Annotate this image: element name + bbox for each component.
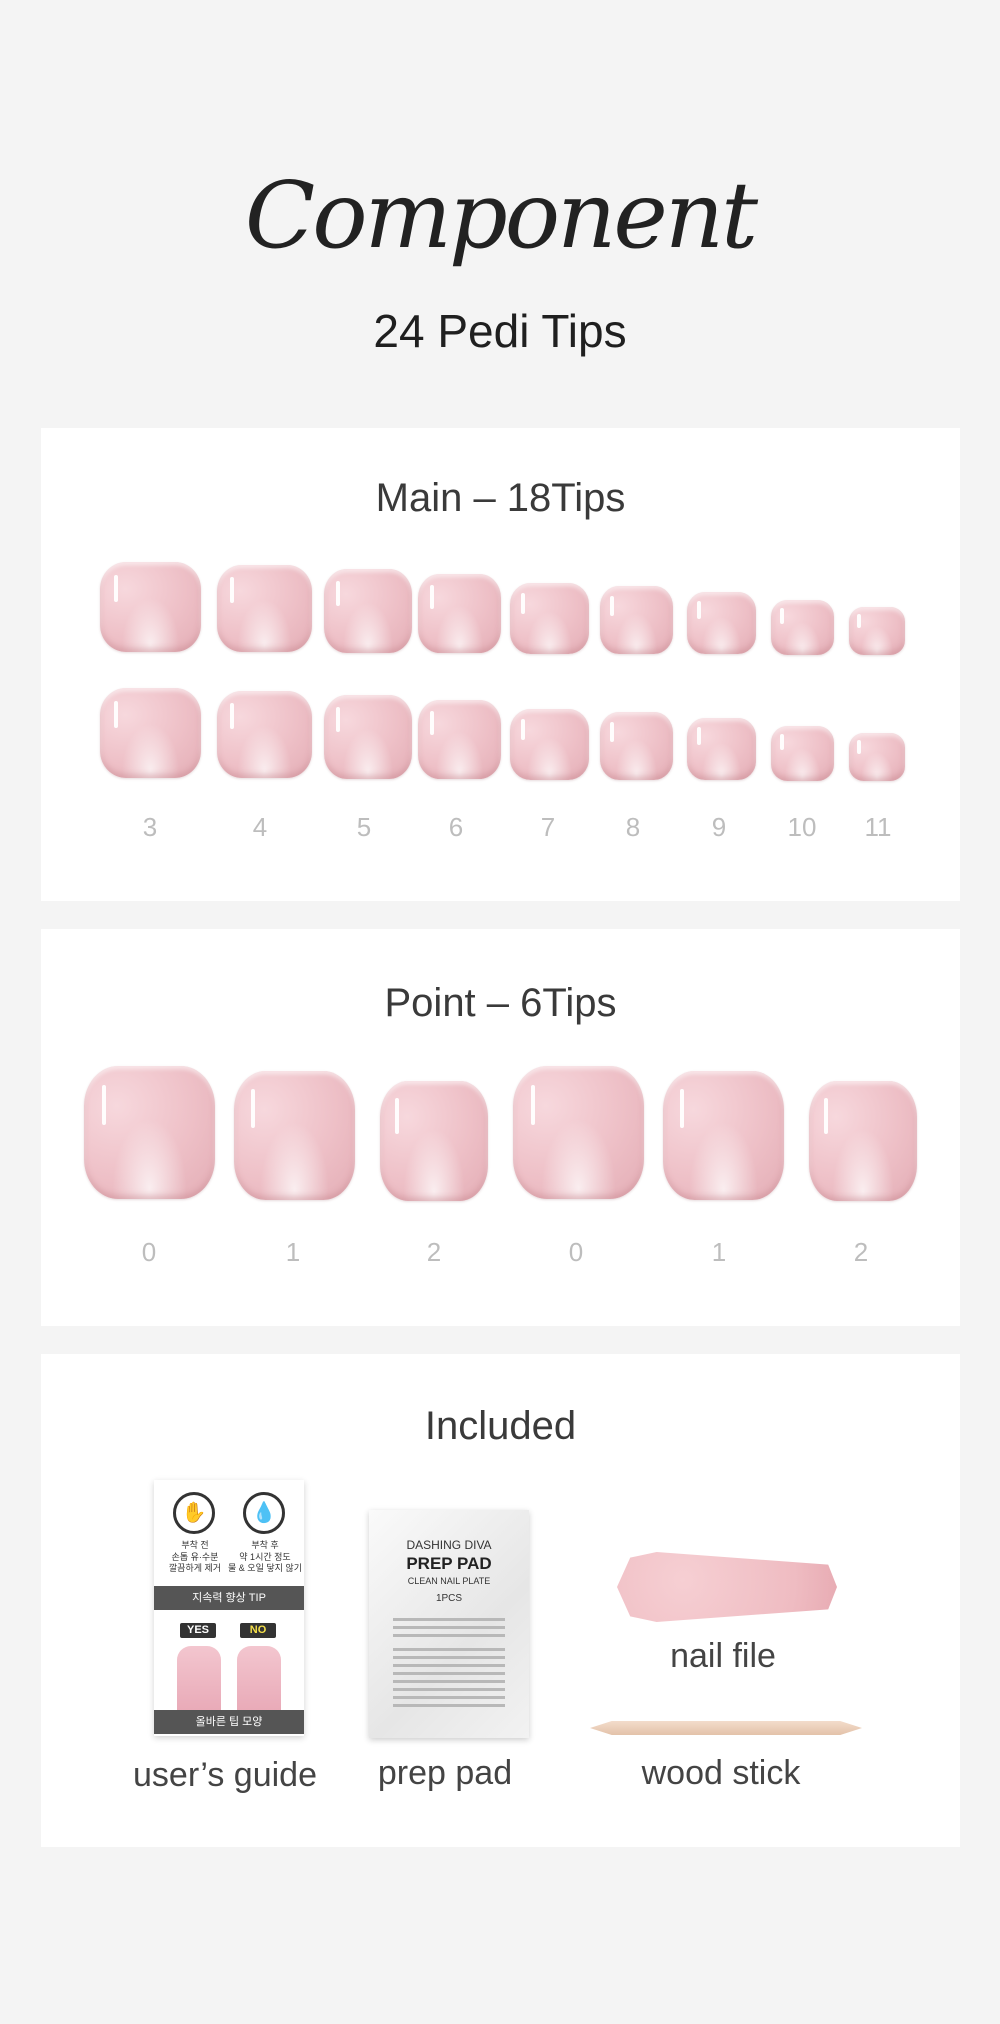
tip-main-size-9 — [687, 592, 756, 654]
guide-text: 부착 전 — [181, 1540, 209, 1550]
nail-file-label: nail file — [670, 1637, 776, 1675]
user-guide-label: user’s guide — [133, 1756, 317, 1794]
yes-badge: YES — [180, 1623, 216, 1638]
tip-main-size-3 — [100, 562, 201, 652]
tip-main-size-11 — [849, 733, 905, 781]
tip-point-size-2 — [380, 1081, 488, 1201]
guide-bottom-bar: 올바른 팁 모양 — [154, 1710, 304, 1734]
tip-main-size-5 — [324, 695, 412, 779]
page-title: Component — [244, 162, 758, 269]
fine-print-line — [393, 1664, 505, 1667]
guide-text: 부착 후 — [251, 1540, 279, 1550]
tip-main-size-11 — [849, 607, 905, 655]
size-label: 1 — [285, 1237, 301, 1267]
tip-main-size-6 — [418, 574, 501, 653]
fine-print-line — [393, 1696, 505, 1699]
tip-main-size-5 — [324, 569, 412, 653]
tip-point-size-1 — [663, 1071, 784, 1200]
user-guide-card: ✋ 💧 부착 전 손톱 유·수분 깔끔하게 제거 부착 후 약 1시간 정도 물… — [154, 1480, 304, 1736]
size-label: 3 — [142, 812, 158, 842]
prep-pad-label: prep pad — [377, 1754, 513, 1792]
main-tips-title: Main – 18Tips — [375, 476, 626, 520]
tip-main-size-9 — [687, 718, 756, 780]
no-badge: NO — [240, 1623, 276, 1638]
guide-text: 손톱 유·수분 — [171, 1551, 219, 1562]
size-label: 5 — [356, 812, 372, 842]
tip-main-size-4 — [217, 565, 312, 652]
page-subtitle: 24 Pedi Tips — [373, 305, 627, 357]
size-label: 4 — [252, 812, 268, 842]
size-label: 2 — [426, 1237, 442, 1267]
size-label: 10 — [787, 812, 817, 842]
main-tips-panel: Main – 18Tips 3 4 5 6 7 8 9 10 11 — [41, 428, 960, 901]
tip-main-size-7 — [510, 709, 589, 780]
included-title: Included — [424, 1404, 577, 1448]
size-label: 1 — [711, 1237, 727, 1267]
fine-print-line — [393, 1634, 505, 1637]
size-label: 2 — [853, 1237, 869, 1267]
fine-print-line — [393, 1656, 505, 1659]
point-tips-panel: Point – 6Tips 0 1 2 0 1 2 — [41, 929, 960, 1326]
no-oil-icon: ✋ — [173, 1492, 215, 1534]
guide-left-text: 부착 전 손톱 유·수분 깔끔하게 제거 — [160, 1540, 230, 1575]
no-water-icon: 💧 — [243, 1492, 285, 1534]
tip-point-size-0 — [84, 1066, 215, 1199]
guide-right-text: 부착 후 약 1시간 정도 물 & 오일 닿지 않기 — [228, 1540, 302, 1575]
wrong-nail-illustration — [237, 1646, 281, 1716]
guide-text: 물 & 오일 닿지 않기 — [228, 1563, 302, 1574]
correct-nail-illustration — [177, 1646, 221, 1716]
point-tips-title: Point – 6Tips — [384, 981, 617, 1025]
guide-text: 약 1시간 정도 — [239, 1551, 291, 1562]
tip-main-size-8 — [600, 712, 673, 780]
size-label: 9 — [711, 812, 727, 842]
fine-print-line — [393, 1626, 505, 1629]
guide-tip-bar: 지속력 향상 TIP — [154, 1586, 304, 1610]
wood-stick-illustration — [590, 1721, 862, 1735]
prep-pad-pack: DASHING DIVA PREP PAD CLEAN NAIL PLATE 1… — [369, 1510, 529, 1738]
size-label: 8 — [625, 812, 641, 842]
tip-point-size-0 — [513, 1066, 644, 1199]
wood-stick-label: wood stick — [641, 1754, 801, 1792]
fine-print-line — [393, 1680, 505, 1683]
fine-print-line — [393, 1672, 505, 1675]
size-label: 0 — [568, 1237, 584, 1267]
tip-main-size-4 — [217, 691, 312, 778]
fine-print-line — [393, 1688, 505, 1691]
tip-main-size-3 — [100, 688, 201, 778]
tip-point-size-1 — [234, 1071, 355, 1200]
size-label: 0 — [141, 1237, 157, 1267]
fine-print-line — [393, 1648, 505, 1651]
size-label: 11 — [864, 812, 892, 842]
tip-main-size-10 — [771, 726, 834, 781]
pad-brand: DASHING DIVA — [406, 1538, 492, 1552]
pad-subtitle: CLEAN NAIL PLATE — [407, 1576, 491, 1586]
tip-main-size-8 — [600, 586, 673, 654]
size-label: 6 — [448, 812, 464, 842]
tip-point-size-2 — [809, 1081, 917, 1201]
fine-print-line — [393, 1618, 505, 1621]
tip-main-size-6 — [418, 700, 501, 779]
tip-main-size-10 — [771, 600, 834, 655]
pad-name: PREP PAD — [406, 1554, 492, 1573]
guide-text: 깔끔하게 제거 — [168, 1563, 222, 1574]
fine-print-line — [393, 1704, 505, 1707]
size-label: 7 — [540, 812, 556, 842]
tip-main-size-7 — [510, 583, 589, 654]
pad-quantity: 1PCS — [435, 1593, 463, 1604]
